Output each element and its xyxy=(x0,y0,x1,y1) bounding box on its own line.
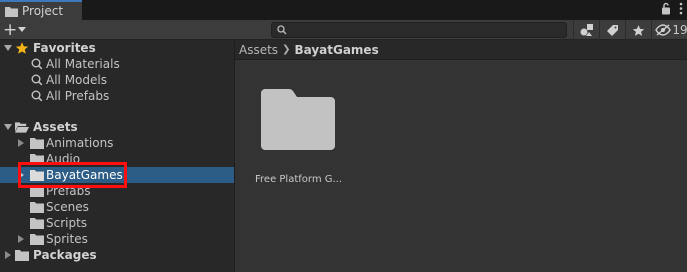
tree-item-animations[interactable]: Animations xyxy=(0,135,234,151)
search-icon xyxy=(31,58,43,70)
search-icon xyxy=(31,90,43,102)
asset-content-panel: Assets ❯ BayatGames Free Platform G... xyxy=(235,40,687,272)
folder-icon xyxy=(30,202,44,213)
asset-item-label: Free Platform G... xyxy=(255,174,343,185)
tree-assets[interactable]: Assets xyxy=(0,119,234,135)
add-asset-button[interactable]: + xyxy=(3,21,31,39)
highlight-annotation-box xyxy=(18,162,127,188)
shapes-icon xyxy=(580,24,593,36)
tree-item-label: Sprites xyxy=(46,232,88,246)
chevron-down-icon xyxy=(18,27,27,32)
tag-icon xyxy=(607,24,618,36)
star-icon xyxy=(632,24,645,36)
tree-item-label: All Models xyxy=(46,73,107,87)
folder-icon xyxy=(5,6,18,17)
chevron-right-icon: ❯ xyxy=(282,44,291,55)
tree-item-label: Animations xyxy=(46,136,114,150)
tab-project[interactable]: Project xyxy=(0,0,82,20)
tree-item-label: All Prefabs xyxy=(46,89,110,103)
tree-item-label: All Materials xyxy=(46,57,120,71)
tab-label: Project xyxy=(22,4,64,18)
tree-item-scripts[interactable]: Scripts xyxy=(0,215,234,231)
tab-strip: Project xyxy=(0,0,687,20)
folder-icon xyxy=(30,218,44,229)
collapsed-arrow-icon[interactable] xyxy=(16,234,26,244)
search-input[interactable] xyxy=(271,22,567,38)
collapsed-arrow-icon[interactable] xyxy=(3,250,13,260)
collapsed-arrow-icon[interactable] xyxy=(16,138,26,148)
search-by-label-button[interactable] xyxy=(599,20,625,40)
tree-item-label: Scenes xyxy=(46,200,89,214)
expanded-arrow-icon[interactable] xyxy=(3,43,13,53)
folder-icon xyxy=(15,250,29,261)
project-toolbar: + 19 xyxy=(0,20,687,40)
tree-item-all-materials[interactable]: All Materials xyxy=(0,56,234,72)
tree-packages-label: Packages xyxy=(33,248,97,262)
tree-item-sprites[interactable]: Sprites xyxy=(0,231,234,247)
breadcrumb: Assets ❯ BayatGames xyxy=(235,40,687,60)
more-options-icon[interactable] xyxy=(679,2,683,15)
folder-tree: Favorites All Materials All Models All P… xyxy=(0,40,234,272)
favorites-star-icon xyxy=(15,42,29,54)
folder-icon xyxy=(30,138,44,149)
save-search-button[interactable] xyxy=(625,20,651,40)
breadcrumb-assets[interactable]: Assets xyxy=(239,43,278,57)
tree-item-scenes[interactable]: Scenes xyxy=(0,199,234,215)
tree-favorites-label: Favorites xyxy=(33,41,96,55)
hidden-packages-count: 19 xyxy=(672,23,687,37)
expanded-arrow-icon[interactable] xyxy=(3,122,13,132)
tree-packages[interactable]: Packages xyxy=(0,247,234,263)
tree-favorites[interactable]: Favorites xyxy=(0,40,234,56)
folder-icon xyxy=(261,89,335,150)
tree-assets-label: Assets xyxy=(33,120,78,134)
toolbar-buttons: 19 xyxy=(573,20,687,40)
search-icon xyxy=(31,74,43,86)
breadcrumb-bayatgames[interactable]: BayatGames xyxy=(294,43,378,57)
tree-item-all-prefabs[interactable]: All Prefabs xyxy=(0,88,234,104)
plus-icon: + xyxy=(3,20,18,40)
search-by-type-button[interactable] xyxy=(573,20,599,40)
search-icon xyxy=(277,25,287,35)
folder-icon xyxy=(30,234,44,245)
hidden-packages-toggle[interactable]: 19 xyxy=(651,20,687,40)
open-folder-icon xyxy=(15,122,29,133)
eye-slash-icon xyxy=(655,24,672,36)
tab-controls xyxy=(661,2,683,15)
lock-icon[interactable] xyxy=(661,2,671,15)
tree-item-label: Scripts xyxy=(46,216,88,230)
tree-item-all-models[interactable]: All Models xyxy=(0,72,234,88)
